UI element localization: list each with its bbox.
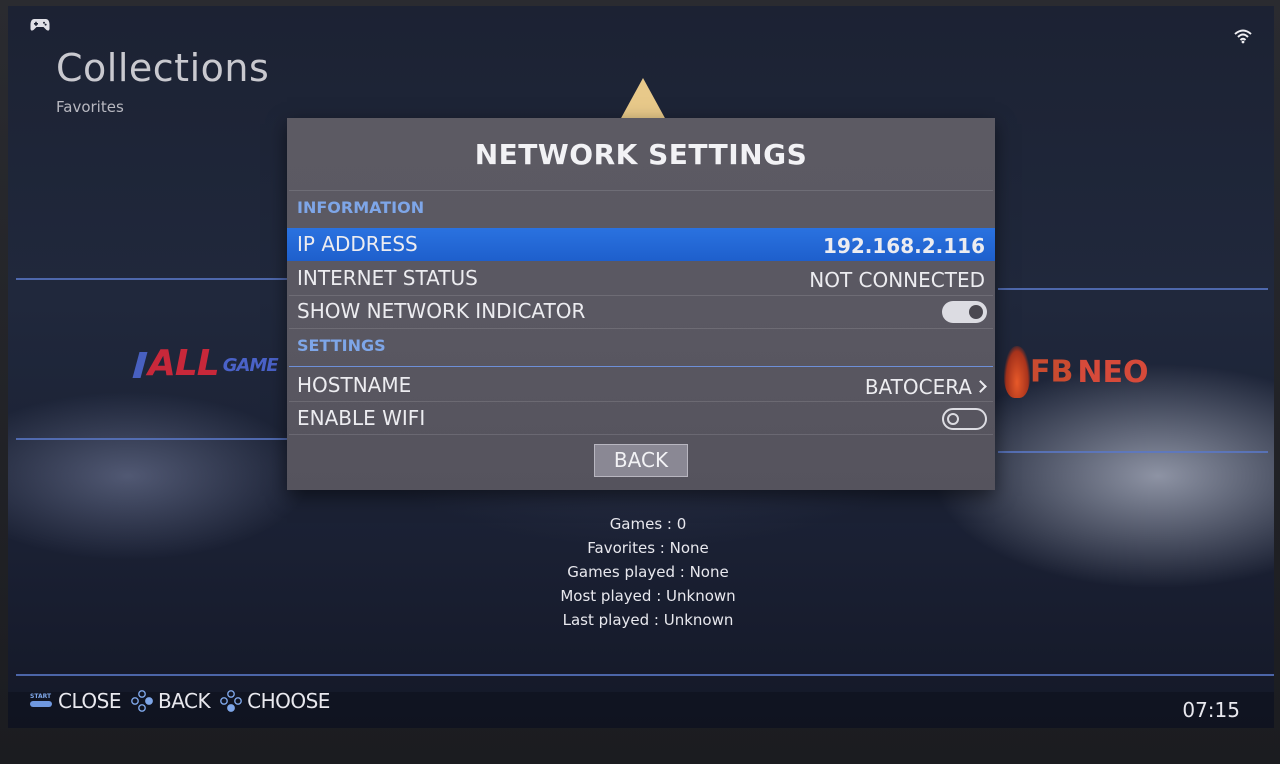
- row-label: IP ADDRESS: [297, 232, 418, 256]
- chevron-right-icon: [974, 380, 987, 393]
- stat-games-played: Games played : None: [567, 563, 729, 581]
- divider: [289, 434, 993, 435]
- stat-games: Games : 0: [609, 515, 687, 533]
- help-close-label: CLOSE: [58, 689, 121, 713]
- divider: [289, 328, 993, 329]
- dialog-title: NETWORK SETTINGS: [474, 138, 808, 171]
- fbneo-logo: FB NEO: [1004, 346, 1148, 406]
- divider: [16, 438, 296, 440]
- help-back-label: BACK: [157, 689, 211, 713]
- network-settings-dialog: NETWORK SETTINGS INFORMATION IP ADDRESS …: [287, 118, 995, 490]
- row-enable-wifi[interactable]: ENABLE WIFI: [287, 402, 995, 435]
- show-network-indicator-toggle[interactable]: [942, 301, 987, 323]
- stat-favorites: Favorites : None: [587, 539, 709, 557]
- gamepad-icon: [30, 19, 50, 31]
- start-button-icon: START: [30, 693, 52, 709]
- divider: [16, 278, 296, 280]
- divider: [16, 674, 1274, 676]
- row-show-network-indicator[interactable]: SHOW NETWORK INDICATOR: [287, 295, 995, 328]
- internet-status-value: NOT CONNECTED: [809, 268, 985, 292]
- stat-last-played: Last played : Unknown: [562, 611, 734, 629]
- divider: [998, 451, 1268, 453]
- row-label: HOSTNAME: [297, 373, 412, 397]
- ip-address-value: 192.168.2.116: [823, 234, 985, 258]
- divider: [289, 190, 993, 191]
- section-information: INFORMATION: [297, 198, 425, 217]
- row-internet-status[interactable]: INTERNET STATUS NOT CONNECTED: [287, 262, 995, 295]
- hostname-value: BATOCERA: [865, 375, 987, 399]
- stat-most-played: Most played : Unknown: [560, 587, 736, 605]
- collection-stats: Games : 0 Favorites : None Games played …: [508, 512, 788, 632]
- enable-wifi-toggle[interactable]: [942, 408, 987, 430]
- divider: [289, 366, 993, 367]
- row-label: INTERNET STATUS: [297, 266, 478, 290]
- back-button[interactable]: BACK: [594, 444, 688, 477]
- wifi-icon: [1234, 29, 1252, 44]
- collection-subtitle: Favorites: [56, 98, 124, 116]
- help-close[interactable]: START CLOSE: [30, 689, 121, 713]
- help-choose[interactable]: CHOOSE: [220, 689, 330, 713]
- row-ip-address[interactable]: IP ADDRESS 192.168.2.116: [287, 228, 995, 261]
- section-settings: SETTINGS: [297, 336, 386, 355]
- button-a-icon: [220, 690, 243, 712]
- collection-title: Collections: [56, 46, 270, 90]
- row-label: SHOW NETWORK INDICATOR: [297, 299, 586, 323]
- phoenix-icon: [1004, 346, 1030, 398]
- divider: [998, 288, 1268, 290]
- row-hostname[interactable]: HOSTNAME BATOCERA: [287, 369, 995, 402]
- help-bar: START CLOSE BACK CHOOSE: [30, 688, 340, 714]
- row-label: ENABLE WIFI: [297, 406, 426, 430]
- help-choose-label: CHOOSE: [247, 689, 330, 713]
- help-back[interactable]: BACK: [131, 689, 211, 713]
- clock: 07:15: [1182, 698, 1240, 722]
- allgames-logo: ALL GAME: [132, 343, 279, 384]
- carousel-up-arrow-icon: [620, 78, 666, 120]
- button-b-icon: [131, 690, 153, 712]
